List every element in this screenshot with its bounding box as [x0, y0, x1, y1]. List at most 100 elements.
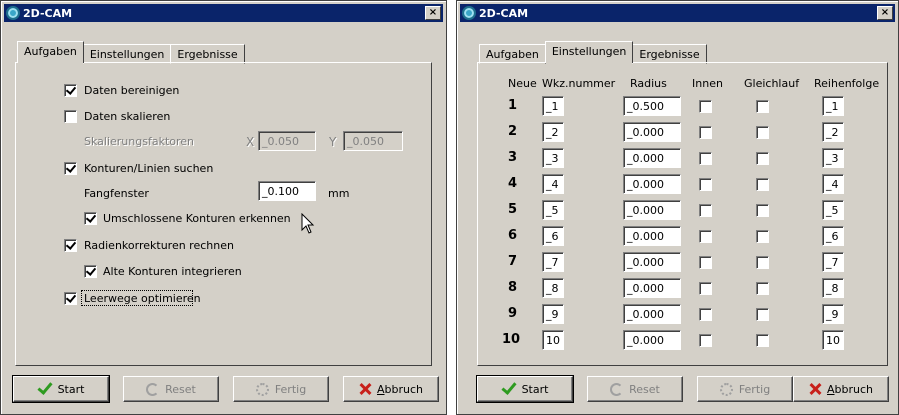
fertig-button[interactable]: Fertig	[697, 376, 793, 402]
alte-konturen-label: Alte Konturen integrieren	[103, 265, 242, 278]
reihenfolge-input[interactable]: _3	[822, 148, 844, 168]
gleichlauf-checkbox[interactable]	[756, 256, 769, 269]
reihenfolge-input[interactable]: _7	[822, 252, 844, 272]
start-label: Start	[521, 382, 549, 396]
tab-einstellungen[interactable]: Einstellungen	[544, 41, 634, 63]
abbruch-button[interactable]: Abbruch	[343, 376, 439, 402]
row-number: 6	[508, 228, 518, 243]
tab-panel-einstellungen: Neue Wkz.nummer Radius Innen Gleichlauf …	[477, 62, 888, 366]
radius-input[interactable]: _0.000	[623, 174, 681, 194]
start-button[interactable]: Start	[476, 375, 574, 403]
innen-checkbox[interactable]	[699, 308, 712, 321]
radius-input[interactable]: _0.000	[623, 148, 681, 168]
window-title: 2D-CAM	[479, 6, 529, 20]
window-einstellungen: 2D-CAM × Aufgaben Einstellungen Ergebnis…	[456, 0, 899, 415]
innen-checkbox[interactable]	[699, 256, 712, 269]
mouse-cursor-icon	[301, 213, 315, 234]
wkz-nummer-input[interactable]: _5	[542, 200, 564, 220]
fertig-button[interactable]: Fertig	[233, 376, 329, 402]
tab-aufgaben[interactable]: Aufgaben	[479, 44, 546, 64]
reset-button[interactable]: Reset	[123, 376, 219, 402]
innen-checkbox[interactable]	[699, 282, 712, 295]
tab-aufgaben[interactable]: Aufgaben	[17, 41, 84, 63]
abbruch-button[interactable]: Abbruch	[793, 376, 889, 402]
finish-icon	[719, 382, 733, 396]
wkz-nummer-input[interactable]: _7	[542, 252, 564, 272]
radienkorrekturen-checkbox[interactable]	[64, 239, 77, 252]
reihenfolge-input[interactable]: _2	[822, 122, 844, 142]
gleichlauf-checkbox[interactable]	[756, 152, 769, 165]
radius-input[interactable]: _0.000	[623, 330, 681, 350]
title-bar[interactable]: 2D-CAM ×	[4, 4, 443, 22]
reihenfolge-input[interactable]: _6	[822, 226, 844, 246]
tab-ergebnisse[interactable]: Ergebnisse	[170, 44, 245, 64]
wkz-nummer-input[interactable]: _9	[542, 304, 564, 324]
header-wkz-nummer: Wkz.nummer	[542, 77, 616, 90]
umschlossene-konturen-checkbox[interactable]	[84, 212, 97, 225]
radius-input[interactable]: _0.000	[623, 226, 681, 246]
reihenfolge-input[interactable]: _9	[822, 304, 844, 324]
close-icon[interactable]: ×	[425, 6, 441, 20]
reset-label: Reset	[165, 382, 196, 396]
gleichlauf-checkbox[interactable]	[756, 308, 769, 321]
wkz-nummer-input[interactable]: _6	[542, 226, 564, 246]
innen-checkbox[interactable]	[699, 334, 712, 347]
innen-checkbox[interactable]	[699, 230, 712, 243]
check-icon	[36, 379, 53, 395]
wkz-nummer-input[interactable]: _1	[542, 96, 564, 116]
start-button[interactable]: Start	[12, 375, 110, 403]
gleichlauf-checkbox[interactable]	[756, 230, 769, 243]
tab-einstellungen[interactable]: Einstellungen	[82, 44, 172, 64]
fangfenster-input[interactable]: _0.100	[258, 181, 316, 201]
innen-checkbox[interactable]	[699, 152, 712, 165]
radius-input[interactable]: _0.000	[623, 252, 681, 272]
radius-input[interactable]: _0.000	[623, 200, 681, 220]
cancel-icon	[359, 383, 371, 395]
fangfenster-label: Fangfenster	[84, 187, 149, 200]
konturen-suchen-checkbox[interactable]	[64, 162, 77, 175]
reihenfolge-input[interactable]: _4	[822, 174, 844, 194]
daten-bereinigen-checkbox[interactable]	[64, 84, 77, 97]
wkz-nummer-input[interactable]: 10	[542, 330, 564, 350]
alte-konturen-checkbox[interactable]	[84, 265, 97, 278]
reihenfolge-input[interactable]: 10	[822, 330, 844, 350]
gleichlauf-checkbox[interactable]	[756, 126, 769, 139]
fangfenster-unit: mm	[328, 187, 350, 200]
innen-checkbox[interactable]	[699, 204, 712, 217]
title-bar[interactable]: 2D-CAM ×	[460, 4, 895, 22]
fertig-label: Fertig	[274, 382, 307, 396]
fertig-label: Fertig	[738, 382, 771, 396]
row-number: 9	[508, 306, 518, 321]
wkz-nummer-input[interactable]: _2	[542, 122, 564, 142]
abbruch-accelerator: A	[826, 382, 835, 396]
innen-checkbox[interactable]	[699, 178, 712, 191]
reset-button[interactable]: Reset	[587, 376, 683, 402]
wkz-nummer-input[interactable]: _8	[542, 278, 564, 298]
gleichlauf-checkbox[interactable]	[756, 334, 769, 347]
reihenfolge-input[interactable]: _1	[822, 96, 844, 116]
gleichlauf-checkbox[interactable]	[756, 100, 769, 113]
gleichlauf-checkbox[interactable]	[756, 178, 769, 191]
reihenfolge-input[interactable]: _5	[822, 200, 844, 220]
wkz-nummer-input[interactable]: _4	[542, 174, 564, 194]
radius-input[interactable]: _0.500	[623, 96, 681, 116]
umschlossene-konturen-label: Umschlossene Konturen erkennen	[103, 212, 291, 225]
radius-input[interactable]: _0.000	[623, 122, 681, 142]
radius-input[interactable]: _0.000	[623, 278, 681, 298]
gleichlauf-checkbox[interactable]	[756, 282, 769, 295]
x-factor-input[interactable]: _0.050	[258, 131, 316, 151]
cancel-icon	[809, 383, 821, 395]
gleichlauf-checkbox[interactable]	[756, 204, 769, 217]
wkz-nummer-input[interactable]: _3	[542, 148, 564, 168]
innen-checkbox[interactable]	[699, 126, 712, 139]
header-radius: Radius	[630, 77, 667, 90]
daten-skalieren-checkbox[interactable]	[64, 110, 77, 123]
tab-ergebnisse[interactable]: Ergebnisse	[632, 44, 707, 64]
reihenfolge-input[interactable]: _8	[822, 278, 844, 298]
close-icon[interactable]: ×	[877, 6, 893, 20]
y-factor-input[interactable]: _0.050	[343, 131, 403, 151]
leerwege-checkbox[interactable]	[64, 292, 77, 305]
innen-checkbox[interactable]	[699, 100, 712, 113]
row-number: 4	[508, 176, 518, 191]
radius-input[interactable]: _0.000	[623, 304, 681, 324]
